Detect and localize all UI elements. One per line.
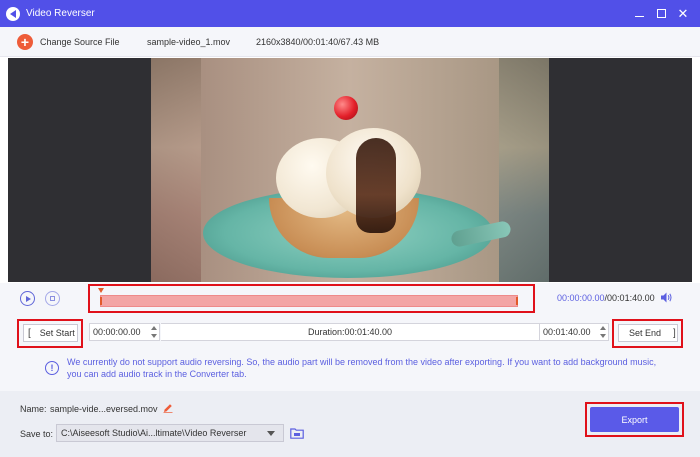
notice-text: We currently do not support audio revers… — [67, 357, 657, 379]
trim-end-handle[interactable] — [516, 297, 518, 305]
edit-name-icon[interactable] — [163, 403, 173, 413]
save-to-label: Save to: — [20, 429, 54, 439]
play-button[interactable] — [20, 291, 35, 306]
duration-value: Duration:00:01:40.00 — [307, 327, 393, 337]
window-controls: ✕ — [628, 0, 694, 27]
video-preview — [8, 58, 692, 282]
stop-button[interactable] — [45, 291, 60, 306]
end-time-input[interactable]: 00:01:40.00 — [539, 323, 609, 341]
folder-icon[interactable] — [290, 427, 304, 439]
timeline-highlight — [88, 284, 535, 313]
total-time: /00:01:40.00 — [604, 293, 655, 303]
frame-blur-right — [499, 58, 549, 282]
window-title: Video Reverser — [26, 8, 95, 19]
save-path-dropdown[interactable]: C:\Aiseesoft Studio\Ai...ltimate\Video R… — [56, 424, 284, 442]
step-down-icon — [599, 334, 606, 338]
close-icon: ✕ — [677, 6, 689, 21]
cherry — [334, 96, 358, 120]
timeline-track[interactable] — [100, 295, 518, 307]
volume-icon[interactable] — [661, 292, 673, 303]
start-time-input[interactable]: 00:00:00.00 — [89, 323, 160, 341]
save-path-value: C:\Aiseesoft Studio\Ai...ltimate\Video R… — [61, 428, 247, 438]
set-end-button[interactable]: Set End ] — [618, 324, 678, 342]
chocolate-sauce — [356, 138, 396, 233]
minimize-button[interactable] — [628, 0, 650, 27]
end-time-stepper[interactable] — [599, 326, 606, 338]
trim-row: [ Set Start 00:00:00.00 Duration:00:01:4… — [0, 313, 700, 351]
app-logo-icon — [6, 6, 20, 21]
output-panel: Name: sample-vide...eversed.mov Save to:… — [0, 391, 700, 457]
minimize-icon — [634, 15, 644, 18]
file-info-bar: + Change Source File sample-video_1.mov … — [0, 27, 700, 57]
duration-display: Duration:00:01:40.00 — [161, 323, 539, 341]
info-icon: ! — [45, 361, 59, 375]
video-frame — [151, 58, 549, 282]
export-highlight: Export — [585, 402, 684, 437]
end-time-value: 00:01:40.00 — [543, 327, 591, 337]
stop-icon — [50, 296, 55, 301]
export-button[interactable]: Export — [590, 407, 679, 432]
source-file-meta: 2160x3840/00:01:40/67.43 MB — [256, 36, 380, 47]
start-time-stepper[interactable] — [150, 326, 157, 338]
close-button[interactable]: ✕ — [672, 0, 694, 27]
playback-controls: 00:00:00.00/00:01:40.00 — [0, 283, 700, 313]
set-start-button[interactable]: [ Set Start — [23, 324, 78, 342]
change-source-file-button[interactable]: Change Source File — [40, 37, 120, 47]
step-down-icon — [150, 334, 157, 338]
source-file-name: sample-video_1.mov — [147, 36, 231, 47]
maximize-button[interactable] — [650, 0, 672, 27]
title-bar: Video Reverser ✕ — [0, 0, 700, 27]
audio-notice: ! We currently do not support audio reve… — [0, 351, 700, 391]
current-time: 00:00:00.00 — [557, 293, 605, 303]
step-up-icon — [150, 326, 157, 330]
trim-start-handle[interactable] — [100, 297, 102, 305]
add-icon[interactable]: + — [17, 33, 33, 50]
playhead-marker-icon[interactable] — [98, 288, 104, 293]
set-end-label: Set End — [629, 328, 662, 338]
time-readout: 00:00:00.00/00:01:40.00 — [557, 293, 655, 303]
maximize-icon — [656, 9, 666, 18]
play-icon — [25, 295, 31, 302]
frame-blur-left — [151, 58, 201, 282]
name-label: Name: — [20, 404, 47, 414]
start-time-value: 00:00:00.00 — [93, 327, 141, 337]
chevron-down-icon — [267, 431, 275, 436]
bracket-right-icon: ] — [673, 327, 676, 339]
output-file-name: sample-vide...eversed.mov — [50, 404, 158, 414]
set-start-highlight: [ Set Start — [17, 319, 83, 348]
step-up-icon — [599, 326, 606, 330]
set-start-label: Set Start — [39, 328, 75, 338]
set-end-highlight: Set End ] — [612, 319, 683, 348]
bracket-left-icon: [ — [28, 327, 31, 339]
